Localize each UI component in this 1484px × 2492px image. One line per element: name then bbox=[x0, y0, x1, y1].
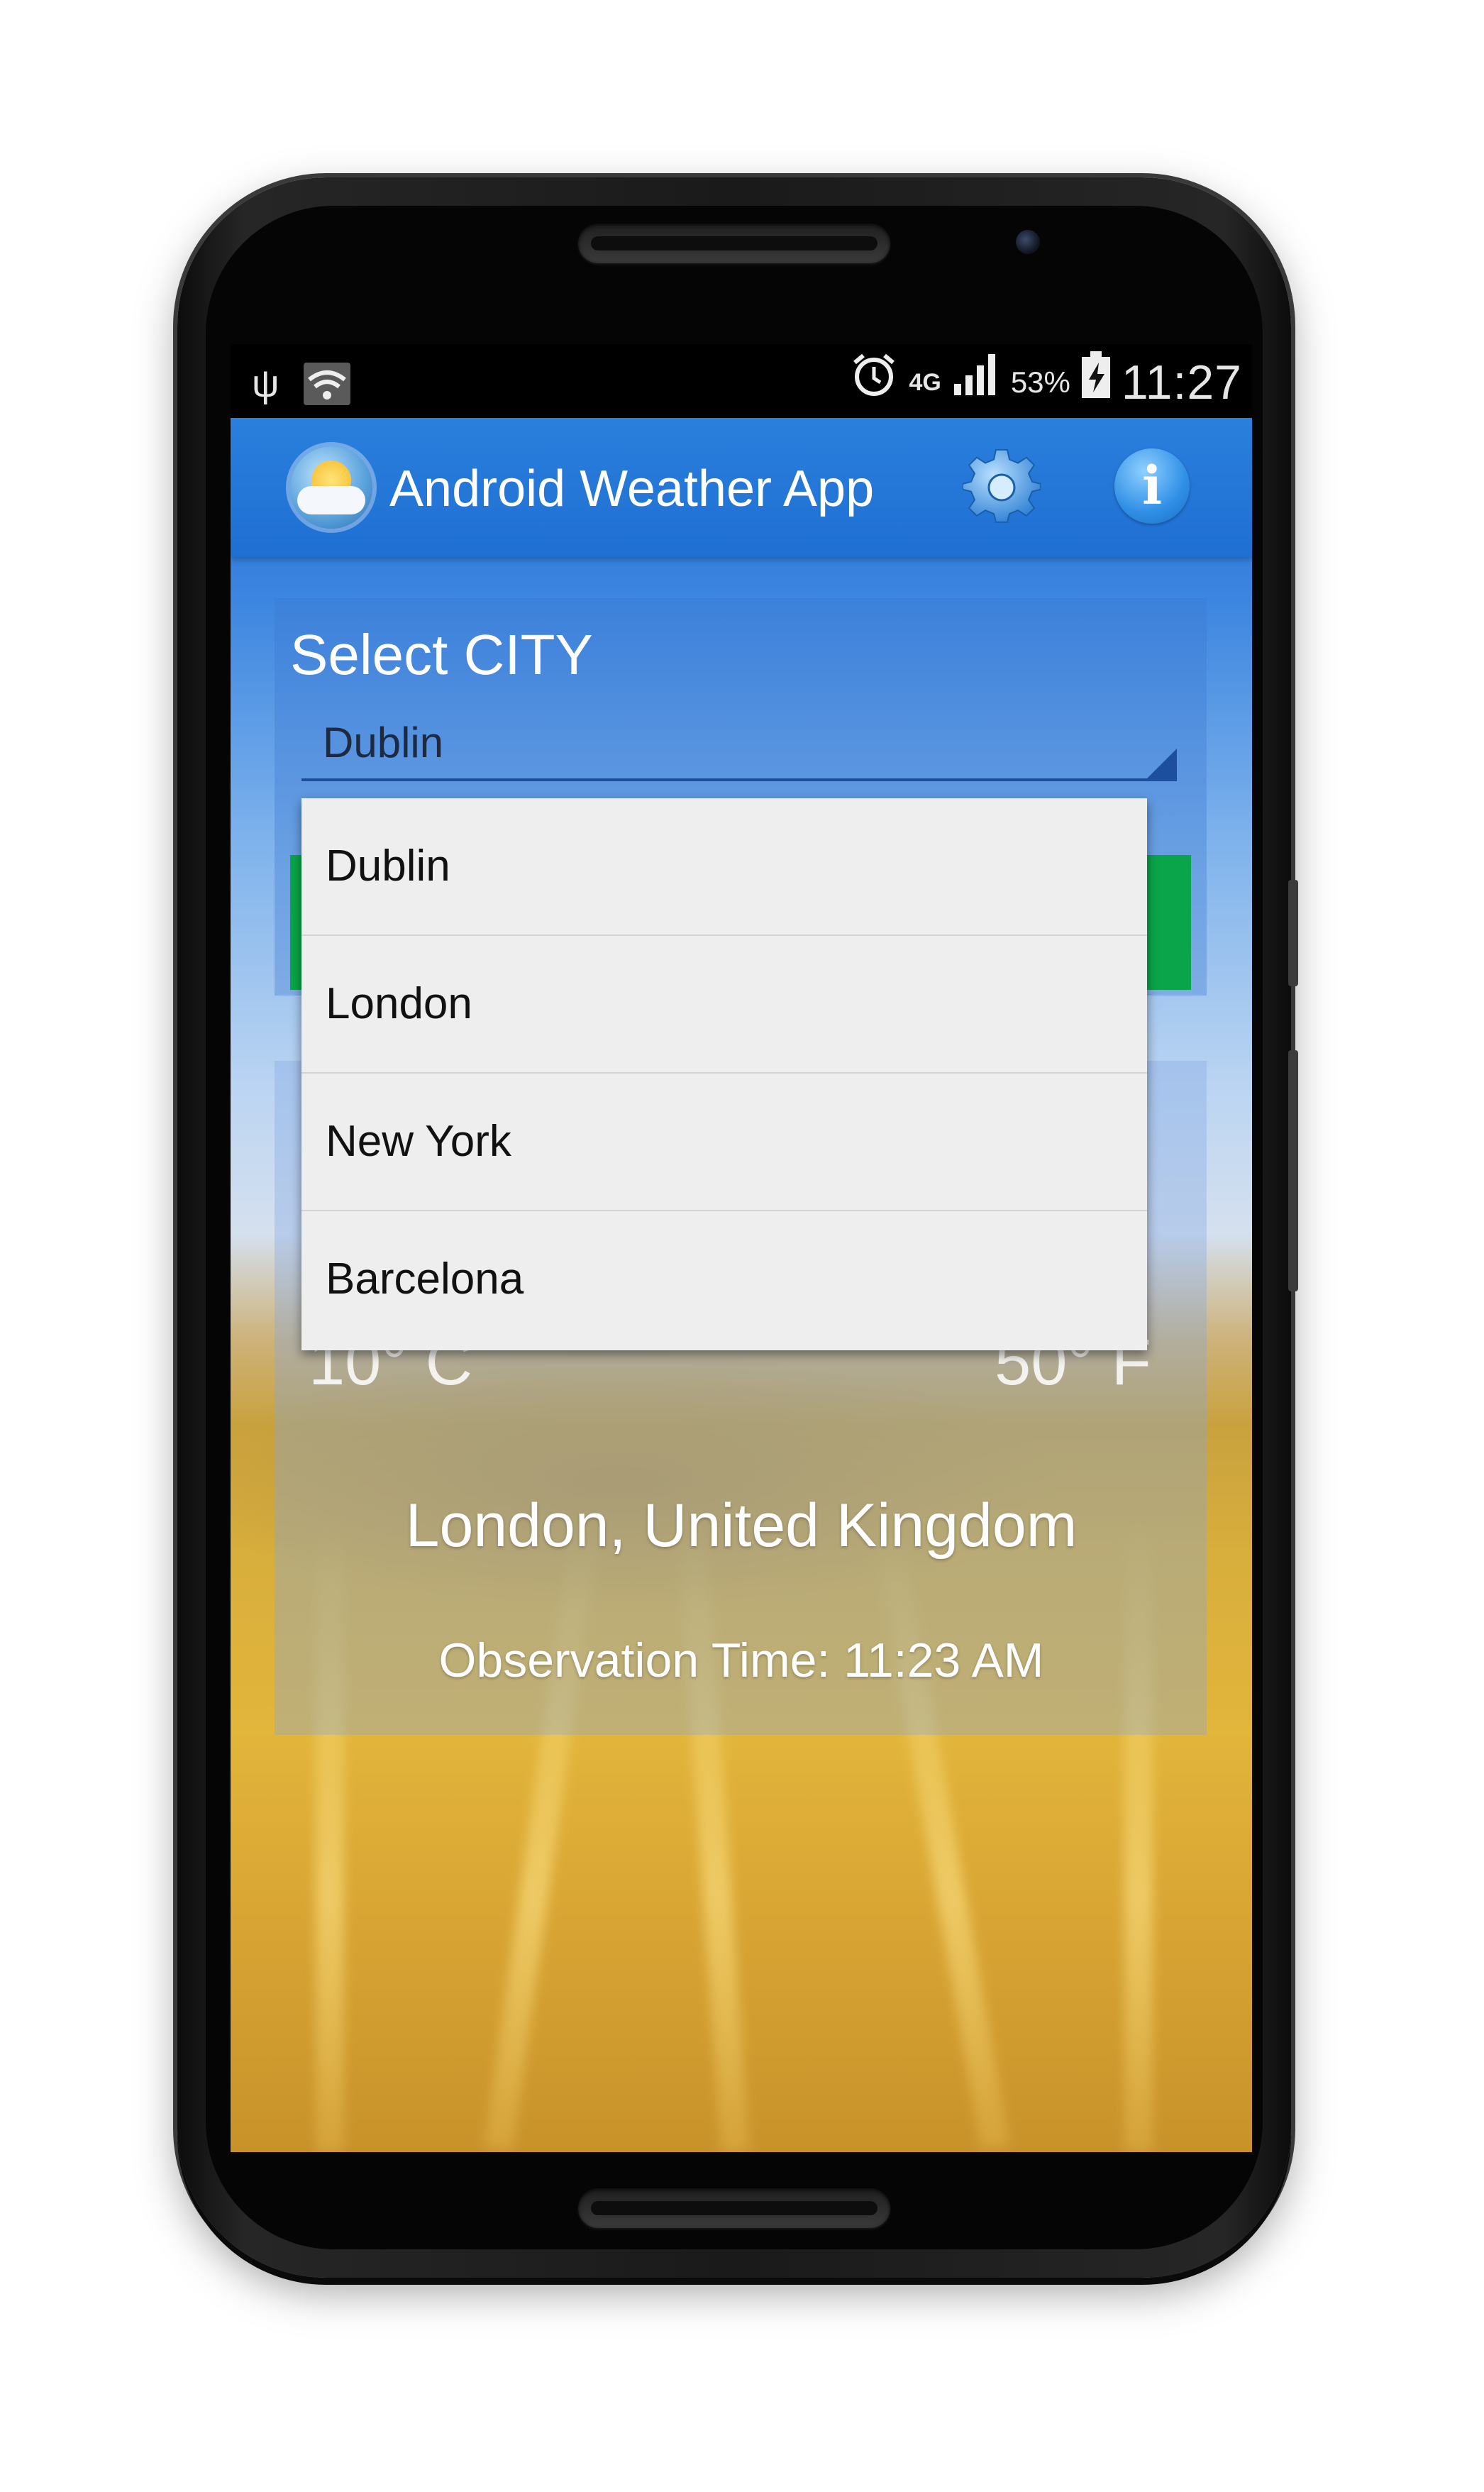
network-4g-icon: 4G bbox=[909, 369, 941, 396]
gear-icon[interactable] bbox=[963, 448, 1041, 526]
weather-app-logo bbox=[290, 446, 372, 529]
dropdown-item-label: New York bbox=[326, 1117, 511, 1166]
app-title: Android Weather App bbox=[389, 461, 875, 517]
observation-time: Observation Time: 11:23 AM bbox=[438, 1633, 1044, 1687]
battery-percent: 53% bbox=[1010, 365, 1070, 399]
volume-button bbox=[1288, 1050, 1298, 1291]
dropdown-arrow-icon bbox=[1147, 749, 1177, 778]
action-bar: Android Weather App i bbox=[231, 418, 1252, 557]
dropdown-item-barcelona[interactable]: Barcelona bbox=[301, 1211, 1147, 1349]
alarm-icon bbox=[849, 350, 899, 415]
city-spinner[interactable]: Dublin bbox=[301, 707, 1177, 781]
top-speaker bbox=[578, 224, 890, 263]
dropdown-item-label: London bbox=[326, 979, 472, 1028]
spinner-selected-value: Dublin bbox=[323, 719, 444, 766]
dropdown-item-label: Dublin bbox=[326, 842, 450, 891]
info-icon[interactable]: i bbox=[1114, 448, 1190, 524]
front-camera bbox=[1016, 230, 1040, 254]
usb-icon: ψ bbox=[252, 363, 279, 405]
select-city-label: Select CITY bbox=[290, 623, 593, 686]
status-bar: ψ 4G 53% 11:27 bbox=[231, 344, 1252, 418]
wifi-icon bbox=[303, 363, 350, 405]
dropdown-item-new-york[interactable]: New York bbox=[301, 1074, 1147, 1211]
location-label: London, United Kingdom bbox=[405, 1492, 1078, 1560]
phone-screen: ψ 4G 53% 11:27 Android Weather App i Sel… bbox=[231, 344, 1252, 2152]
bottom-speaker bbox=[578, 2188, 890, 2228]
city-dropdown-list: Dublin London New York Barcelona bbox=[301, 798, 1147, 1350]
status-time: 11:27 bbox=[1121, 355, 1242, 409]
signal-icon bbox=[951, 351, 1001, 414]
dropdown-item-dublin[interactable]: Dublin bbox=[301, 798, 1147, 936]
dropdown-item-label: Barcelona bbox=[326, 1255, 524, 1303]
power-button bbox=[1288, 880, 1298, 986]
battery-charging-icon bbox=[1080, 350, 1112, 415]
dropdown-item-london[interactable]: London bbox=[301, 936, 1147, 1074]
